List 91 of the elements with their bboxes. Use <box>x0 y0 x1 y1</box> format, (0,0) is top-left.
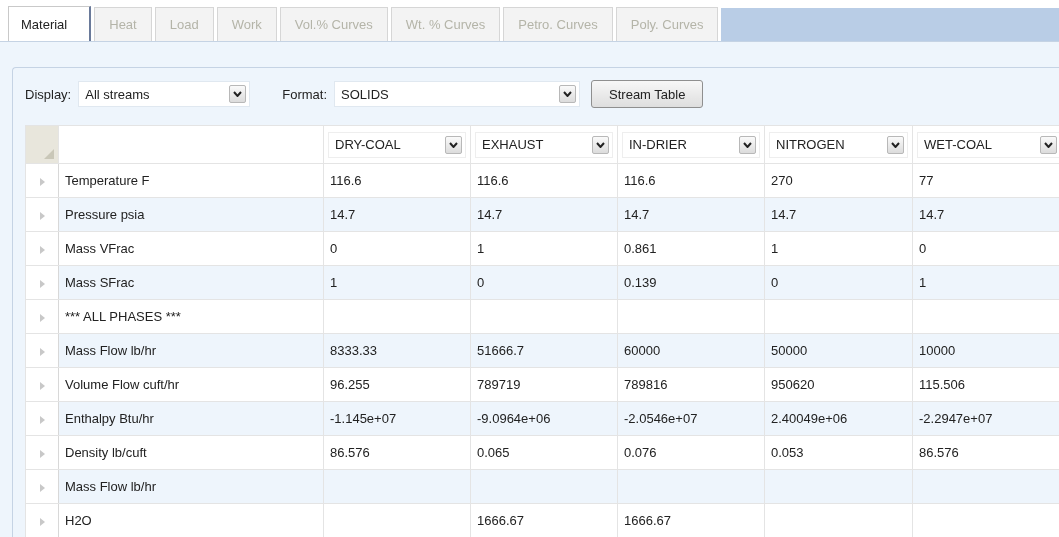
corner-cell[interactable] <box>25 125 59 164</box>
caret-icon <box>449 141 458 148</box>
tab[interactable]: Material <box>8 6 92 41</box>
table-cell: 1 <box>470 231 618 266</box>
table-cell: 86.576 <box>323 435 471 470</box>
table-cell: 0.053 <box>764 435 913 470</box>
table-cell: 789719 <box>470 367 618 402</box>
row-label: Volume Flow cuft/hr <box>58 367 324 402</box>
table-cell: -9.0964e+06 <box>470 401 618 436</box>
table-cell: 0.065 <box>470 435 618 470</box>
row-label: Mass Flow lb/hr <box>58 469 324 504</box>
caret-icon <box>563 91 573 97</box>
table-cell: 0.076 <box>617 435 765 470</box>
table-cell: 116.6 <box>617 163 765 198</box>
dropdown-button[interactable] <box>445 135 462 154</box>
column-name: DRY-COAL <box>335 137 401 152</box>
column-name: EXHAUST <box>482 137 544 152</box>
dropdown-value: All streams <box>85 86 150 102</box>
column-name: NITROGEN <box>776 137 845 152</box>
column-dropdown[interactable]: EXHAUST <box>475 131 613 158</box>
table-cell: 0 <box>764 265 913 300</box>
column-dropdown[interactable]: WET-COAL <box>917 131 1059 158</box>
table-cell: 789816 <box>617 367 765 402</box>
row-label: Density lb/cuft <box>58 435 324 470</box>
expand-arrow-icon[interactable] <box>39 177 45 186</box>
corner-icon <box>44 148 54 159</box>
display-label: Display: <box>25 86 72 102</box>
caret-icon <box>891 141 900 148</box>
caret-icon <box>596 141 605 148</box>
table-cell: 0 <box>470 265 618 300</box>
expand-arrow-icon[interactable] <box>39 483 45 492</box>
table-cell: 96.255 <box>323 367 471 402</box>
format-label: Format: <box>282 86 328 102</box>
table-cell: 0 <box>323 231 471 266</box>
table-cell: 14.7 <box>323 197 471 232</box>
caret-icon <box>1044 141 1053 148</box>
table-cell: 950620 <box>764 367 913 402</box>
table-cell: 116.6 <box>470 163 618 198</box>
table-cell: 1 <box>912 265 1059 300</box>
expand-arrow-icon[interactable] <box>39 449 45 458</box>
table-cell: 2.40049e+06 <box>764 401 913 436</box>
table-cell: 50000 <box>764 333 913 368</box>
dropdown-button[interactable] <box>887 135 904 154</box>
display-dropdown[interactable]: All streams <box>78 81 251 107</box>
expand-arrow-icon[interactable] <box>39 313 45 322</box>
expand-arrow-icon[interactable] <box>39 517 45 526</box>
table-cell: 14.7 <box>470 197 618 232</box>
table-cell: 270 <box>764 163 913 198</box>
expand-arrow-icon[interactable] <box>39 245 45 254</box>
expand-arrow-icon[interactable] <box>39 381 45 390</box>
table-cell: 14.7 <box>617 197 765 232</box>
table-cell: 60000 <box>617 333 765 368</box>
dropdown-button[interactable] <box>559 85 577 103</box>
table-cell: 14.7 <box>912 197 1059 232</box>
dropdown-button[interactable] <box>1040 135 1057 154</box>
expand-arrow-icon[interactable] <box>39 211 45 220</box>
column-dropdown[interactable]: DRY-COAL <box>328 131 466 158</box>
row-label: Pressure psia <box>58 197 324 232</box>
dropdown-button[interactable] <box>592 135 609 154</box>
table-cell: 1 <box>323 265 471 300</box>
column-name: WET-COAL <box>924 137 992 152</box>
table-cell: 0.861 <box>617 231 765 266</box>
table-cell: -2.2947e+07 <box>912 401 1059 436</box>
table-cell: 116.6 <box>323 163 471 198</box>
dropdown-button[interactable] <box>739 135 756 154</box>
table-cell: 10000 <box>912 333 1059 368</box>
dropdown-button[interactable] <box>229 85 247 103</box>
row-label: Mass SFrac <box>58 265 324 300</box>
caret-icon <box>233 91 243 97</box>
table-cell: 1 <box>764 231 913 266</box>
expand-arrow-icon[interactable] <box>39 347 45 356</box>
column-dropdown[interactable]: IN-DRIER <box>622 131 760 158</box>
row-label: Enthalpy Btu/hr <box>58 401 324 436</box>
table-cell: 51666.7 <box>470 333 618 368</box>
column-dropdown[interactable]: NITROGEN <box>769 131 908 158</box>
dropdown-value: SOLIDS <box>341 86 389 102</box>
table-cell: 8333.33 <box>323 333 471 368</box>
caret-icon <box>743 141 752 148</box>
row-label: *** ALL PHASES *** <box>58 299 324 334</box>
row-label: Mass Flow lb/hr <box>58 333 324 368</box>
table-cell: 0.139 <box>617 265 765 300</box>
column-name: IN-DRIER <box>629 137 687 152</box>
table-cell: -2.0546e+07 <box>617 401 765 436</box>
table-cell: 14.7 <box>764 197 913 232</box>
expand-arrow-icon[interactable] <box>39 279 45 288</box>
row-label: Mass VFrac <box>58 231 324 266</box>
table-cell: -1.145e+07 <box>323 401 471 436</box>
row-label: Temperature F <box>58 163 324 198</box>
stream-table-button[interactable]: Stream Table <box>591 80 704 108</box>
expand-arrow-icon[interactable] <box>39 415 45 424</box>
format-dropdown[interactable]: SOLIDS <box>334 81 581 107</box>
